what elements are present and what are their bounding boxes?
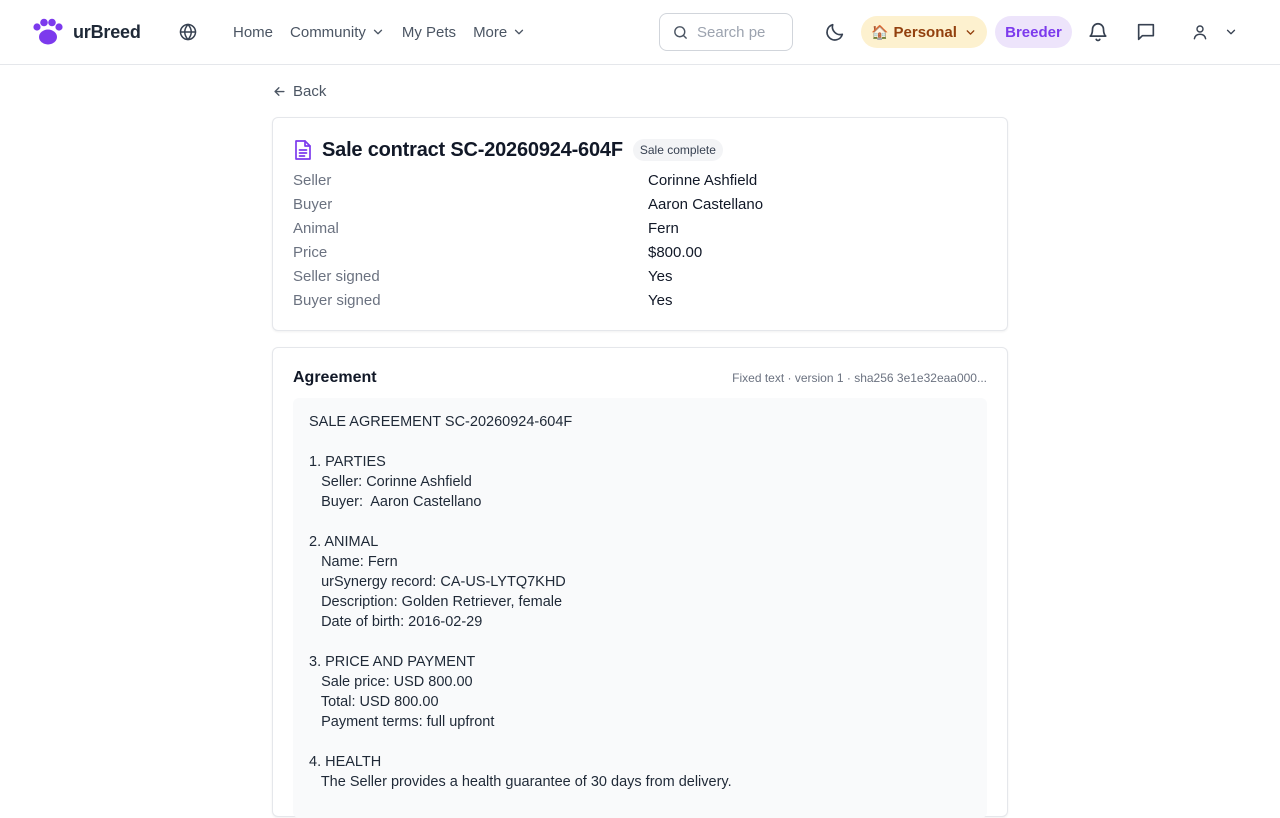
field-row-animal: Animal Fern [293,216,993,240]
field-value: Fern [648,219,679,237]
agreement-line: Buyer: Aaron Castellano [309,494,482,510]
house-icon: 🏠 [871,23,889,40]
brand-link[interactable]: urBreed [32,17,141,47]
chevron-down-icon [966,29,975,35]
nav-home[interactable]: Home [233,24,273,41]
contract-title-row: Sale contract SC-20260924-604F Sale comp… [293,137,723,163]
agreement-line: Total: USD 800.00 [309,694,439,710]
field-value: Yes [648,267,673,285]
nav-more[interactable]: More [473,24,526,41]
agreement-line: 3. PRICE AND PAYMENT [309,654,476,670]
nav-my-pets[interactable]: My Pets [402,24,456,41]
agreement-line: Date of birth: 2016-02-29 [309,614,483,630]
agreement-line: Sale price: USD 800.00 [309,674,473,690]
nav-home-label: Home [233,23,274,41]
agreement-line: SALE AGREEMENT SC-20260924-604F [309,414,573,430]
agreement-heading: Agreement [293,369,377,386]
agreement-line: Seller: Corinne Ashfield [309,474,472,490]
field-label: Buyer [293,195,333,213]
agreement-line: 1. PARTIES [309,454,386,470]
chat-icon[interactable] [1135,21,1157,43]
nav-my-pets-label: My Pets [401,23,457,41]
context-label: Personal [893,23,957,41]
back-label: Back [293,82,327,100]
agreement-line [309,432,971,452]
field-row-price: Price $800.00 [293,240,993,264]
main-nav: Home Community My Pets More [233,0,543,64]
search-icon [674,25,687,39]
user-icon[interactable] [1191,23,1209,41]
chevron-down-icon[interactable] [1224,25,1238,39]
field-label: Seller [293,171,332,189]
bell-icon[interactable] [1087,21,1109,43]
agreement-line: The Seller provides a health guarantee o… [309,774,732,790]
agreement-line: Payment terms: full upfront [309,714,495,730]
field-label: Price [293,243,328,261]
contract-summary-card: Sale contract SC-20260924-604F Sale comp… [272,117,1008,331]
agreement-line: 2. ANIMAL [309,534,379,550]
back-link[interactable]: Back [272,81,326,101]
context-switcher-personal[interactable]: 🏠 Personal [861,16,987,48]
field-value: Corinne Ashfield [648,171,758,189]
brand-name: urBreed [73,21,141,42]
agreement-line: Name: Fern [309,554,398,570]
moon-icon[interactable] [824,21,846,43]
field-row-seller-signed: Seller signed Yes [293,264,993,288]
status-badge: Sale complete [632,139,723,161]
arrow-left-icon [274,86,285,96]
chevron-down-icon [373,29,383,35]
page-title: Sale contract SC-20260924-604F [322,138,623,161]
agreement-meta: Fixed text · version 1 · sha256 3e1e32ea… [732,371,987,385]
agreement-line: 4. HEALTH [309,754,382,770]
chevron-down-icon [515,29,524,35]
field-value: Yes [648,291,673,309]
agreement-card: Agreement Fixed text · version 1 · sha25… [272,347,1008,818]
field-label: Animal [293,219,339,237]
search-input[interactable] [697,23,767,41]
field-row-buyer: Buyer Aaron Castellano [293,192,993,216]
agreement-line [309,732,971,752]
breeder-button[interactable]: Breeder [995,16,1072,48]
field-value: $800.00 [648,243,703,261]
document-icon [295,140,311,160]
field-row-buyer-signed: Buyer signed Yes [293,288,993,312]
breeder-label: Breeder [1005,23,1062,41]
field-label: Seller signed [293,267,380,285]
search-box[interactable] [659,13,793,51]
agreement-line: Description: Golden Retriever, female [309,594,563,610]
field-label: Buyer signed [293,291,381,309]
nav-more-label: More [473,23,508,41]
agreement-text: SALE AGREEMENT SC-20260924-604F 1. PARTI… [293,398,987,818]
agreement-line [309,632,971,652]
agreement-line: urSynergy record: CA-US-LYTQ7KHD [309,574,566,590]
agreement-header: Agreement Fixed text · version 1 · sha25… [293,367,987,389]
nav-community-label: Community [290,23,366,41]
nav-community[interactable]: Community [290,24,385,41]
field-value: Aaron Castellano [648,195,764,213]
agreement-line [309,512,971,532]
field-row-seller: Seller Corinne Ashfield [293,168,993,192]
globe-icon[interactable] [178,22,198,42]
top-navigation-bar: urBreed Home Community My Pets More 🏠 Pe… [0,0,1280,65]
paw-logo-icon [33,18,63,45]
